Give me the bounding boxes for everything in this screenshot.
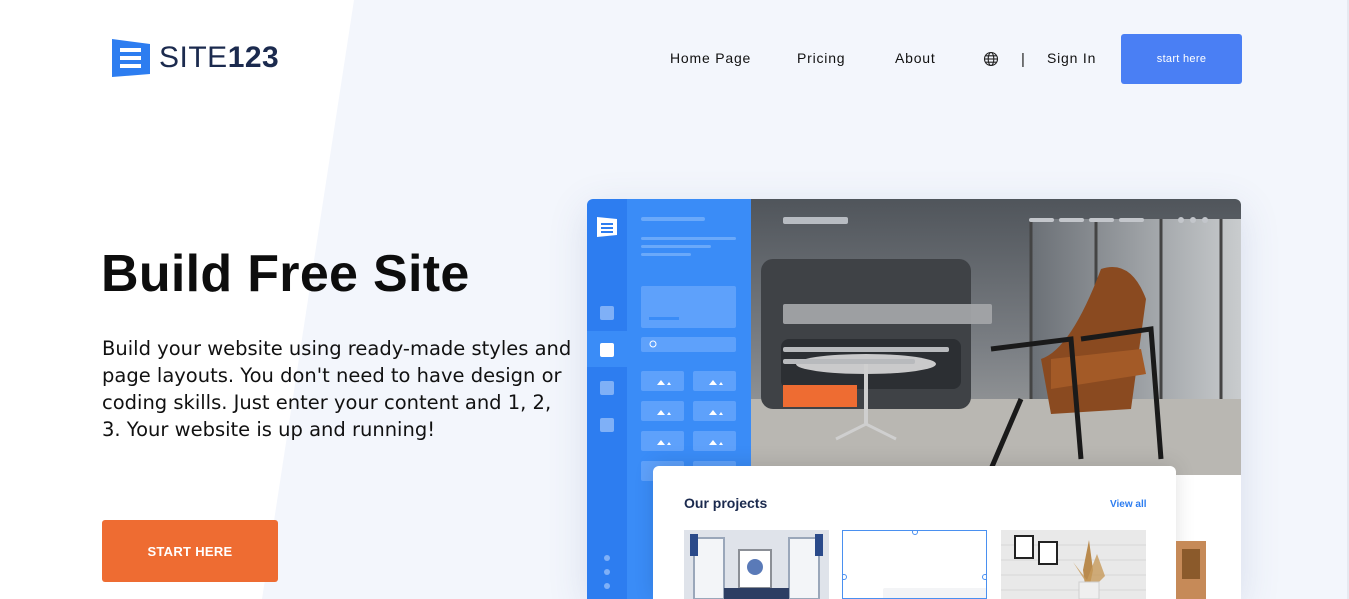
project-thumbnail — [1001, 530, 1146, 599]
site123-logo-icon — [110, 37, 152, 79]
site-logo[interactable]: SITE123 — [110, 37, 279, 79]
start-here-hero-button[interactable]: START HERE — [102, 520, 278, 582]
project-thumbnail-partial — [1176, 541, 1206, 599]
nav-sign-in[interactable]: Sign In — [1047, 50, 1096, 66]
logo-text-bold: 123 — [227, 41, 280, 74]
start-here-header-button[interactable]: start here — [1121, 34, 1242, 84]
nav-separator: | — [1021, 51, 1025, 68]
nav-pricing[interactable]: Pricing — [797, 50, 845, 66]
logo-text-light: SITE — [159, 41, 228, 74]
hero-title: Build Free Site — [101, 245, 470, 303]
view-all-link[interactable]: View all — [1110, 499, 1147, 510]
project-thumbnail — [684, 530, 829, 599]
globe-icon[interactable] — [983, 51, 999, 67]
preview-hero-photo — [751, 199, 1241, 475]
project-thumbnail-selected — [842, 530, 987, 599]
logo-wordmark: SITE123 — [159, 41, 279, 75]
projects-title: Our projects — [684, 495, 768, 511]
our-projects-card: Our projects View all — [653, 466, 1176, 599]
editor-side-rail — [587, 199, 627, 599]
nav-about[interactable]: About — [895, 50, 936, 66]
hero-description: Build your website using ready-made styl… — [102, 337, 572, 441]
nav-home-page[interactable]: Home Page — [670, 50, 751, 66]
